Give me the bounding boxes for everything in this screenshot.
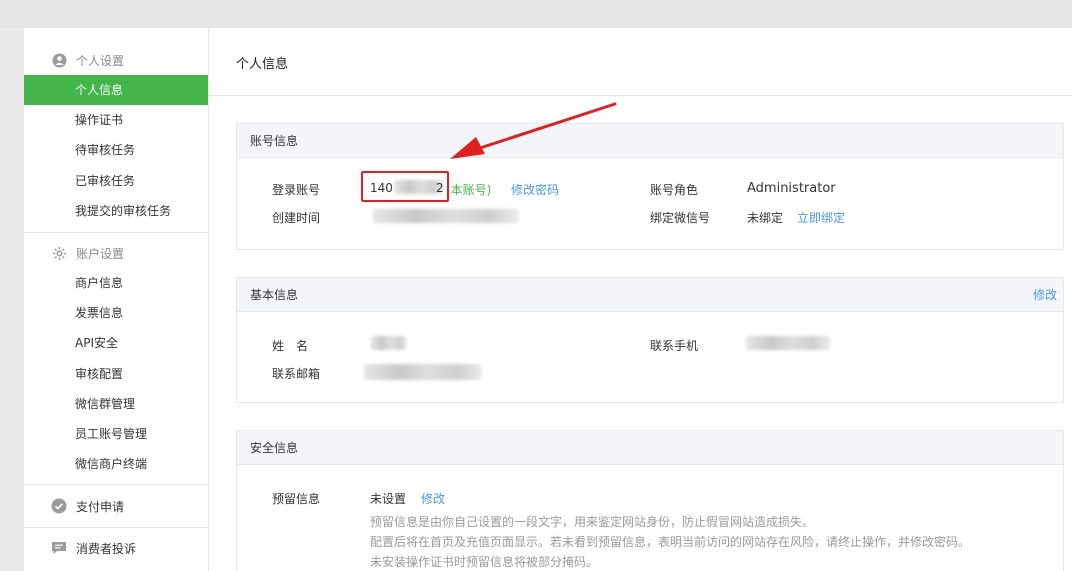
person-icon bbox=[52, 53, 67, 68]
account-info-card: 账号信息 登录账号 140 2 (本账号) 修改密码 创建时间 账号角色 Adm… bbox=[236, 123, 1064, 250]
sidebar-divider bbox=[24, 527, 209, 528]
chat-bubble-icon bbox=[51, 540, 67, 556]
reserved-info-note-2: 配置后将在首页及充值页面显示。若未看到预留信息，表明当前访问的网站存在风险，请终… bbox=[370, 535, 971, 549]
account-role-label: 账号角色 bbox=[650, 183, 699, 197]
sidebar-item-wechat-group[interactable]: 微信群管理 bbox=[24, 389, 208, 419]
change-password-link[interactable]: 修改密码 bbox=[511, 181, 559, 198]
edit-reserved-info-link[interactable]: 修改 bbox=[421, 490, 445, 507]
bind-now-link[interactable]: 立即绑定 bbox=[797, 209, 845, 226]
reserved-info-label: 预留信息 bbox=[272, 492, 321, 506]
sidebar-item-pay-apply[interactable]: 支付申请 bbox=[24, 491, 209, 521]
gear-icon bbox=[52, 246, 67, 261]
security-info-header: 安全信息 bbox=[237, 431, 1063, 465]
sidebar-item-pay-apply-label: 支付申请 bbox=[76, 499, 125, 514]
basic-info-card: 基本信息 修改 姓 名 联系邮箱 联系手机 bbox=[236, 277, 1064, 403]
sidebar-item-merchant-info[interactable]: 商户信息 bbox=[24, 268, 208, 298]
sidebar-item-pending-review[interactable]: 待审核任务 bbox=[24, 135, 208, 165]
bound-wechat-value: 未绑定 bbox=[747, 211, 784, 225]
page-title: 个人信息 bbox=[236, 57, 289, 72]
sidebar-item-review-config[interactable]: 审核配置 bbox=[24, 359, 208, 389]
basic-info-title: 基本信息 bbox=[250, 288, 299, 302]
sidebar: 个人设置 个人信息 操作证书 待审核任务 已审核任务 我提交的审核任务 账户设置… bbox=[24, 28, 209, 571]
sidebar-item-invoice-info[interactable]: 发票信息 bbox=[24, 298, 208, 328]
title-divider bbox=[209, 95, 1072, 96]
reserved-info-note-1: 预留信息是由你自己设置的一段文字，用来鉴定网站身份，防止假冒网站造成损失。 bbox=[370, 515, 815, 529]
current-account-tag: (本账号) bbox=[446, 183, 492, 197]
top-bar bbox=[0, 0, 1072, 28]
masked-name bbox=[371, 336, 407, 350]
sidebar-item-my-submitted[interactable]: 我提交的审核任务 bbox=[24, 196, 208, 226]
email-label: 联系邮箱 bbox=[272, 367, 321, 381]
sidebar-item-consumer-complaint[interactable]: 消费者投诉 bbox=[24, 533, 209, 563]
main-content: 个人信息 账号信息 登录账号 140 2 (本账号) 修改密码 创建时间 账号角… bbox=[209, 28, 1072, 571]
sidebar-item-staff-accounts[interactable]: 员工账号管理 bbox=[24, 419, 208, 449]
group-personal-settings-label: 个人设置 bbox=[76, 53, 125, 68]
highlight-box bbox=[361, 171, 449, 202]
group-account-settings-label: 账户设置 bbox=[76, 246, 125, 261]
security-info-card: 安全信息 预留信息 未设置 修改 预留信息是由你自己设置的一段文字，用来鉴定网站… bbox=[236, 430, 1064, 571]
group-personal-settings: 个人设置 bbox=[24, 47, 209, 73]
edit-basic-info-link[interactable]: 修改 bbox=[1033, 278, 1057, 312]
created-time-label: 创建时间 bbox=[272, 211, 321, 225]
sidebar-item-merchant-terminal[interactable]: 微信商户终端 bbox=[24, 449, 208, 479]
masked-email bbox=[364, 364, 482, 380]
reserved-info-value: 未设置 bbox=[370, 492, 407, 506]
bound-wechat-label: 绑定微信号 bbox=[650, 211, 711, 225]
masked-created-time bbox=[373, 209, 519, 223]
reserved-info-note-3: 未安装操作证书时预留信息将被部分掩码。 bbox=[370, 555, 599, 569]
sidebar-divider bbox=[24, 484, 209, 485]
sidebar-item-operation-certificate[interactable]: 操作证书 bbox=[24, 105, 208, 135]
sidebar-item-reviewed[interactable]: 已审核任务 bbox=[24, 166, 208, 196]
phone-label: 联系手机 bbox=[650, 339, 699, 353]
account-info-header: 账号信息 bbox=[237, 124, 1063, 158]
group-account-settings: 账户设置 bbox=[24, 240, 209, 266]
check-circle-icon bbox=[51, 498, 67, 514]
name-label: 姓 名 bbox=[272, 339, 309, 353]
sidebar-divider bbox=[24, 232, 209, 233]
masked-phone bbox=[746, 336, 830, 350]
account-role-value: Administrator bbox=[747, 181, 836, 196]
sidebar-item-personal-info[interactable]: 个人信息 bbox=[24, 75, 208, 105]
sidebar-item-consumer-complaint-label: 消费者投诉 bbox=[76, 541, 137, 556]
basic-info-header: 基本信息 修改 bbox=[237, 278, 1063, 312]
login-account-label: 登录账号 bbox=[272, 183, 321, 197]
sidebar-item-api-security[interactable]: API安全 bbox=[24, 328, 208, 358]
